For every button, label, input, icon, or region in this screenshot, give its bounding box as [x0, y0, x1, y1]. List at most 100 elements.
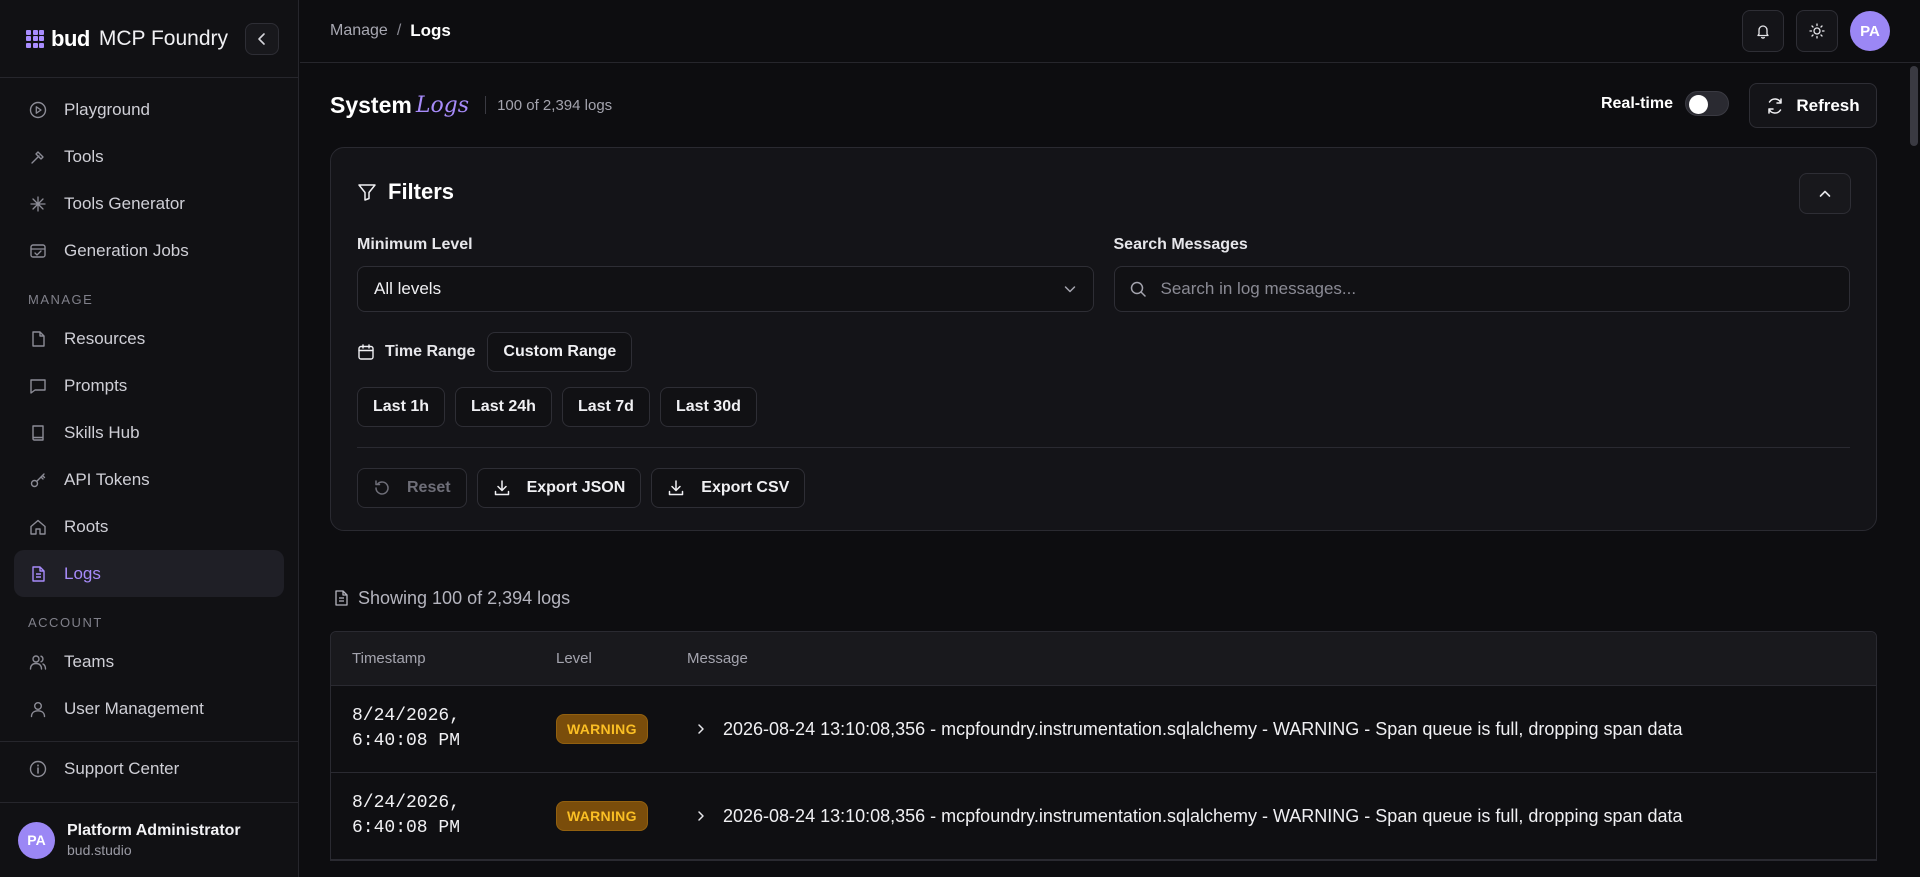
sidebar-item-label: API Tokens [64, 469, 150, 489]
sidebar-item-label: Support Center [64, 758, 180, 778]
sidebar-item-playground[interactable]: Playground [14, 86, 284, 133]
table-row[interactable]: 8/24/2026, 6:40:08 PM WARNING 2026-08-24… [331, 686, 1876, 773]
table-row[interactable]: 8/24/2026, 6:40:08 PM WARNING 2026-08-24… [331, 773, 1876, 860]
preset-last-7d[interactable]: Last 7d [561, 387, 650, 427]
log-count: 100 of 2,394 logs [497, 96, 613, 114]
preset-last-24h[interactable]: Last 24h [455, 387, 552, 427]
min-level-field: Minimum Level All levels [357, 236, 1094, 312]
sidebar-item-generation-jobs[interactable]: Generation Jobs [14, 227, 284, 274]
checklist-icon [28, 241, 48, 261]
chat-icon [28, 376, 48, 396]
timestamp-date: 8/24/2026, [352, 706, 461, 726]
filters-title: Filters [388, 179, 455, 204]
refresh-icon [1768, 97, 1783, 114]
sidebar-item-tools-generator[interactable]: Tools Generator [14, 180, 284, 227]
title-divider [485, 96, 487, 114]
realtime-toggle[interactable] [1685, 91, 1729, 116]
filter-icon [358, 184, 376, 201]
reset-label: Reset [407, 479, 451, 496]
section-account: ACCOUNT [28, 615, 103, 630]
theme-toggle-button[interactable] [1796, 10, 1838, 52]
search-label: Search Messages [1113, 236, 1248, 253]
chevron-left-icon [258, 33, 265, 45]
breadcrumb-separator: / [396, 22, 402, 39]
sidebar-item-label: Skills Hub [64, 422, 140, 442]
avatar[interactable]: PA [1850, 11, 1890, 51]
user-icon [28, 699, 48, 719]
sidebar-item-logs[interactable]: Logs [14, 550, 284, 597]
sidebar-item-tools[interactable]: Tools [14, 133, 284, 180]
breadcrumb-current: Logs [410, 21, 451, 40]
file-text-icon [28, 564, 48, 584]
sidebar-item-label: Tools [64, 146, 104, 166]
sidebar-item-support-center[interactable]: Support Center [14, 745, 285, 792]
table-header: Timestamp Level Message [331, 632, 1876, 686]
realtime-label: Real-time [1600, 94, 1673, 112]
sidebar-item-label: Playground [64, 99, 151, 119]
level-badge: WARNING [556, 714, 648, 744]
sidebar-support: Support Center [0, 745, 299, 792]
timestamp-cell: 8/24/2026, 6:40:08 PM [331, 791, 556, 841]
logo-grid-icon [26, 29, 44, 48]
sidebar-nav: Playground Tools Tools Generator Generat… [0, 78, 298, 740]
reset-button[interactable]: Reset [357, 468, 467, 508]
sidebar-item-prompts[interactable]: Prompts [14, 362, 284, 409]
sidebar-divider [0, 741, 298, 742]
sidebar-item-api-tokens[interactable]: API Tokens [14, 456, 284, 503]
timestamp-time: 6:40:08 PM [352, 731, 461, 751]
brand-logo[interactable]: bud MCP Foundry [26, 26, 228, 52]
page-scrollbar[interactable] [1910, 66, 1918, 146]
message-cell: 2026-08-24 13:10:08,356 - mcpfoundry.ins… [687, 719, 1876, 740]
time-range-row: Time Range Custom Range [357, 332, 1850, 372]
collapse-filters-button[interactable] [1799, 173, 1851, 214]
sidebar-item-roots[interactable]: Roots [14, 503, 284, 550]
breadcrumb-manage[interactable]: Manage [330, 22, 388, 40]
sidebar-item-label: Tools Generator [64, 193, 185, 213]
sidebar-item-teams[interactable]: Teams [14, 638, 284, 685]
user-profile[interactable]: PA Platform Administrator bud.studio [0, 802, 299, 877]
level-cell: WARNING [556, 714, 687, 744]
message-cell: 2026-08-24 13:10:08,356 - mcpfoundry.ins… [687, 806, 1876, 827]
filters-panel: Filters Minimum Level All levels Search … [330, 147, 1877, 531]
time-presets: Last 1h Last 24h Last 7d Last 30d [357, 387, 1850, 427]
download-icon [494, 480, 509, 496]
export-csv-button[interactable]: Export CSV [651, 468, 806, 508]
sidebar-item-skills-hub[interactable]: Skills Hub [14, 409, 284, 456]
search-box [1113, 266, 1850, 312]
reset-icon [375, 480, 389, 495]
brand-bud: bud [51, 25, 90, 51]
notifications-button[interactable] [1742, 10, 1784, 52]
sidebar-item-label: Generation Jobs [64, 240, 189, 260]
showing-summary: Showing 100 of 2,394 logs [330, 575, 1877, 621]
preset-last-30d[interactable]: Last 30d [659, 387, 757, 427]
search-field: Search Messages [1113, 236, 1850, 312]
refresh-button[interactable]: Refresh [1749, 83, 1877, 128]
column-timestamp[interactable]: Timestamp [331, 650, 556, 667]
export-json-button[interactable]: Export JSON [476, 468, 642, 508]
sidebar: bud MCP Foundry Playground Tools Tools G… [0, 0, 299, 877]
search-icon [1130, 281, 1146, 297]
min-level-select[interactable]: All levels [357, 266, 1094, 312]
filters-divider [357, 447, 1850, 448]
avatar: PA [18, 821, 55, 859]
top-actions: PA [1742, 10, 1890, 52]
custom-range-button[interactable]: Custom Range [487, 332, 633, 372]
search-input[interactable] [1160, 279, 1811, 299]
collapse-sidebar-button[interactable] [245, 23, 279, 55]
sidebar-item-user-management[interactable]: User Management [14, 685, 284, 732]
breadcrumb: Manage / Logs [330, 21, 451, 41]
chevron-right-icon[interactable] [695, 810, 707, 822]
time-range-text: Time Range [385, 343, 476, 360]
chevron-right-icon[interactable] [695, 723, 707, 735]
column-message[interactable]: Message [687, 650, 1876, 667]
preset-last-1h[interactable]: Last 1h [357, 387, 446, 427]
sidebar-item-resources[interactable]: Resources [14, 315, 284, 362]
chevron-up-icon [1819, 190, 1831, 197]
hammer-icon [28, 147, 48, 167]
brand-name: MCP Foundry [98, 26, 228, 50]
chevron-down-icon [1064, 286, 1075, 293]
sidebar-item-label: Teams [64, 651, 115, 671]
column-level[interactable]: Level [556, 650, 687, 667]
export-csv-label: Export CSV [701, 479, 790, 496]
filters-header: Filters [357, 148, 1850, 236]
